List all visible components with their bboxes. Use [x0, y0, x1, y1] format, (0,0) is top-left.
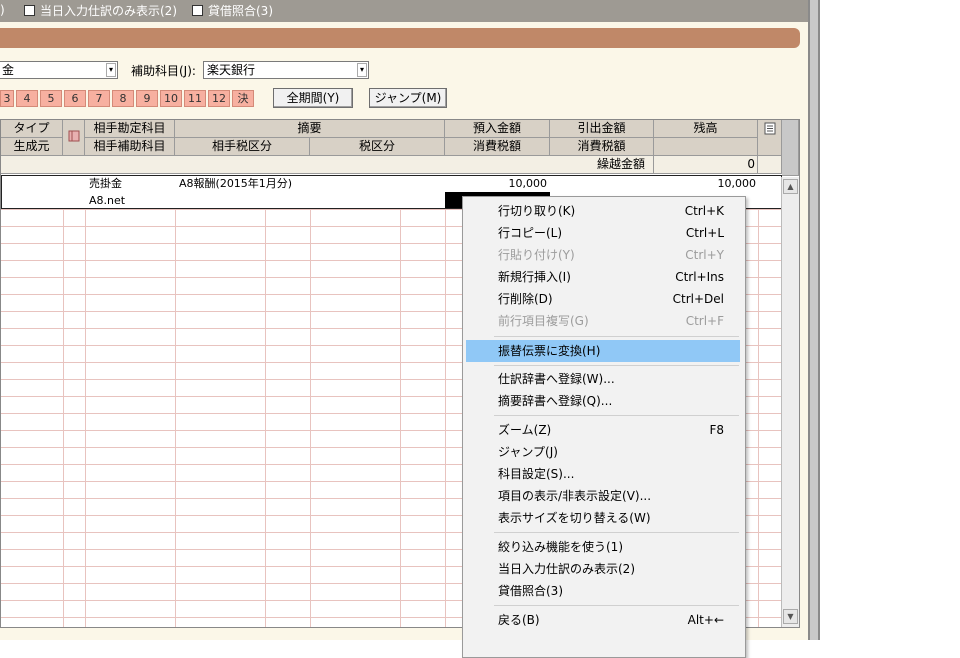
month-tab[interactable]: 10	[160, 90, 182, 107]
carryover-end	[758, 156, 782, 174]
menu-item-today-only[interactable]: 当日入力仕訳のみ表示(2)	[466, 558, 740, 580]
menu-item-zoom[interactable]: ズーム(Z) F8	[466, 419, 740, 441]
menu-item-register-journal-dict[interactable]: 仕訳辞書へ登録(W)...	[466, 368, 740, 390]
month-tab[interactable]: 6	[64, 90, 86, 107]
account-select[interactable]: 金 ▾	[0, 61, 118, 79]
all-period-button[interactable]: 全期間(Y)	[273, 88, 353, 108]
col-counter-sub-account[interactable]: 相手補助科目	[85, 138, 175, 156]
row-counter-account[interactable]: 売掛金	[89, 176, 122, 192]
col-withdrawal[interactable]: 引出金額	[550, 120, 654, 138]
col-note[interactable]	[63, 120, 85, 156]
month-tab[interactable]: 12	[208, 90, 230, 107]
menu-separator	[494, 365, 739, 366]
menu-item-register-desc-dict[interactable]: 摘要辞書へ登録(Q)...	[466, 390, 740, 412]
month-tab[interactable]: 3	[0, 90, 14, 107]
month-tab[interactable]: 5	[40, 90, 62, 107]
option-today-only[interactable]: 当日入力仕訳のみ表示(2)	[24, 2, 177, 18]
menu-item-jump[interactable]: ジャンプ(J)	[466, 441, 740, 463]
col-settings[interactable]	[758, 120, 782, 156]
col-deposit[interactable]: 預入金額	[445, 120, 550, 138]
menu-item-column-visibility[interactable]: 項目の表示/非表示設定(V)...	[466, 485, 740, 507]
column-divider	[758, 175, 759, 627]
month-tab-settlement[interactable]: 決	[232, 90, 254, 107]
col-balance[interactable]: 残高	[654, 120, 758, 138]
menu-item-balance-check[interactable]: 貸借照合(3)	[466, 580, 740, 602]
month-tab[interactable]: 4	[16, 90, 38, 107]
carryover-value: 0	[654, 156, 758, 174]
column-divider	[265, 175, 266, 627]
month-tabs: 3 4 5 6 7 8 9 10 11 12 決	[0, 90, 256, 108]
title-band	[0, 28, 800, 48]
month-tab[interactable]: 11	[184, 90, 206, 107]
menu-separator	[494, 415, 739, 416]
menu-item-filter[interactable]: 絞り込み機能を使う(1)	[466, 536, 740, 558]
carryover-label: 繰越金額	[445, 156, 654, 174]
dropdown-arrow-icon[interactable]: ▾	[357, 63, 367, 77]
menu-item-convert-transfer[interactable]: 振替伝票に変換(H)	[466, 340, 740, 362]
col-counter-tax-category[interactable]: 相手税区分	[175, 138, 310, 156]
window-border	[808, 0, 820, 640]
context-menu: 行切り取り(K) Ctrl+K 行コピー(L) Ctrl+L 行貼り付け(Y) Ctr…	[462, 196, 746, 658]
menu-separator	[494, 532, 739, 533]
menu-item-copy-previous: 前行項目複写(G) Ctrl+F	[498, 314, 724, 328]
menu-item-paste-row: 行貼り付け(Y) Ctrl+Y	[498, 248, 724, 262]
col-description[interactable]: 摘要	[175, 120, 445, 138]
column-divider	[310, 175, 311, 627]
month-tab[interactable]: 7	[88, 90, 110, 107]
column-divider	[445, 175, 446, 627]
menu-separator	[494, 336, 739, 337]
row-balance: 10,000	[717, 177, 757, 190]
scroll-down-icon[interactable]: ▼	[783, 609, 798, 624]
menu-item-cut-row[interactable]: 行切り取り(K) Ctrl+K	[466, 200, 740, 222]
row-counter-sub-account[interactable]: A8.net	[89, 193, 125, 209]
menu-separator	[494, 605, 739, 606]
notebook-icon	[68, 130, 79, 142]
col-withdrawal-tax[interactable]: 消費税額	[550, 138, 654, 156]
column-divider	[63, 175, 64, 627]
menu-item-account-settings[interactable]: 科目設定(S)...	[466, 463, 740, 485]
menu-item-delete-row[interactable]: 行削除(D) Ctrl+Del	[466, 288, 740, 310]
row-description[interactable]: A8報酬(2015年1月分)	[179, 176, 292, 192]
sub-account-label: 補助科目(J):	[131, 64, 196, 78]
col-counter-account[interactable]: 相手勘定科目	[85, 120, 175, 138]
col-origin[interactable]: 生成元	[1, 138, 63, 156]
month-tab[interactable]: 9	[136, 90, 158, 107]
col-blank	[654, 138, 758, 156]
col-type[interactable]: タイプ	[1, 120, 63, 138]
options-bar: ) 当日入力仕訳のみ表示(2) 貸借照合(3)	[0, 0, 808, 22]
option-balance-check[interactable]: 貸借照合(3)	[192, 2, 273, 18]
sub-account-select[interactable]: 楽天銀行 ▾	[203, 61, 369, 79]
dropdown-arrow-icon[interactable]: ▾	[106, 63, 116, 77]
column-divider	[85, 175, 86, 627]
row-deposit[interactable]: 10,000	[445, 176, 548, 192]
menu-item-back[interactable]: 戻る(B) Alt+←	[466, 609, 740, 631]
checkbox-icon[interactable]	[192, 4, 203, 16]
option-fragment: )	[0, 3, 5, 17]
vertical-scrollbar[interactable]: ▲ ▼	[781, 177, 799, 627]
menu-item-toggle-size[interactable]: 表示サイズを切り替える(W)	[466, 507, 740, 529]
menu-item-copy-row[interactable]: 行コピー(L) Ctrl+L	[466, 222, 740, 244]
memo-icon	[764, 122, 775, 135]
scroll-up-icon[interactable]: ▲	[783, 179, 798, 194]
col-tax-category[interactable]: 税区分	[310, 138, 445, 156]
scroll-corner	[782, 120, 799, 176]
month-tab[interactable]: 8	[112, 90, 134, 107]
menu-item-insert-row[interactable]: 新規行挿入(I) Ctrl+Ins	[466, 266, 740, 288]
column-divider	[400, 175, 401, 627]
col-deposit-tax[interactable]: 消費税額	[445, 138, 550, 156]
jump-button[interactable]: ジャンプ(M)	[369, 88, 447, 108]
column-divider	[175, 175, 176, 627]
checkbox-icon[interactable]	[24, 4, 35, 16]
